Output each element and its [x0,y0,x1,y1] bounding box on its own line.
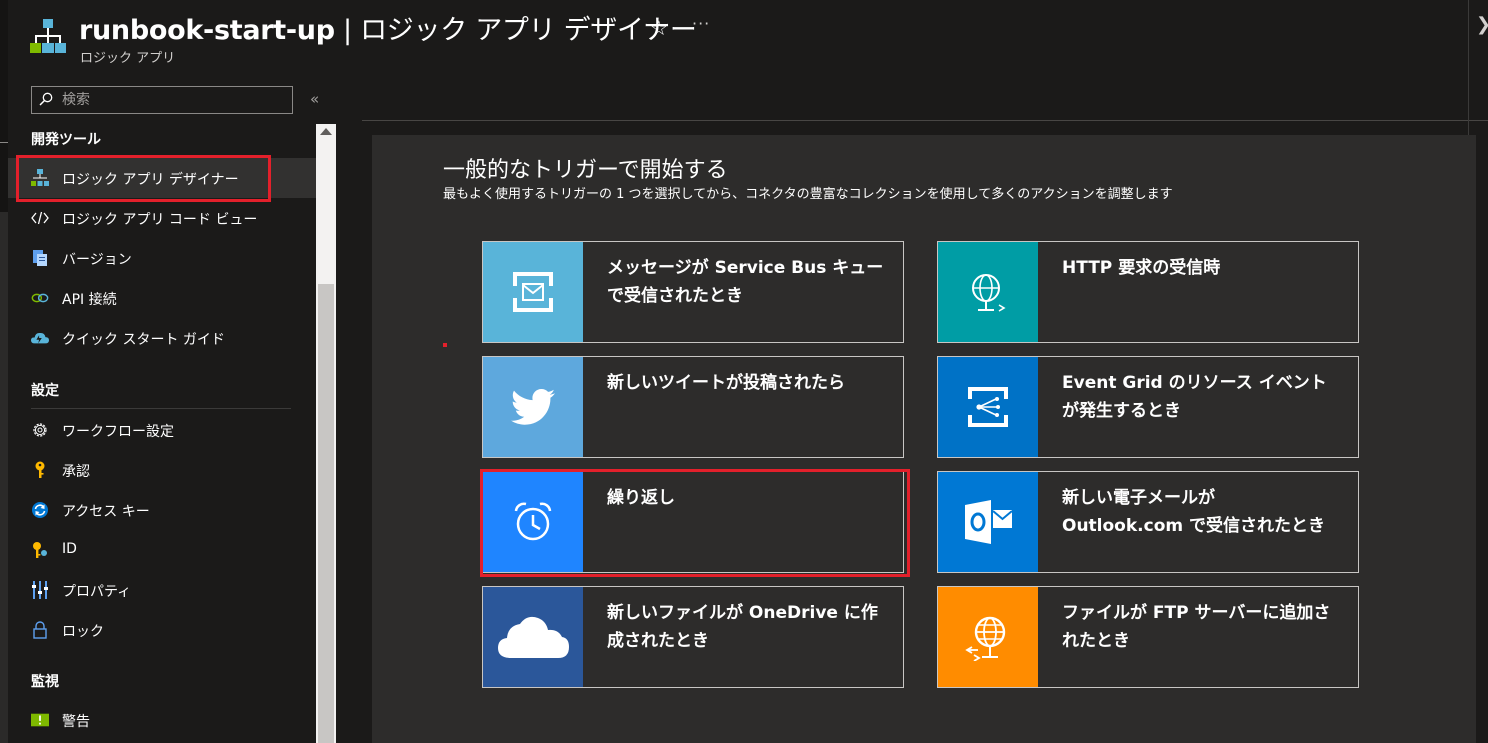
lock-icon [31,621,49,639]
sidebar-scrollbar[interactable] [316,124,336,743]
trigger-label: 新しいファイルが OneDrive に作成されたとき [607,603,878,651]
identity-icon [31,541,49,559]
key-icon [31,461,49,479]
code-view-icon [31,209,49,227]
quick-start-icon [31,329,49,347]
logic-app-icon [30,19,66,53]
more-options-icon[interactable]: ··· [692,14,710,33]
gear-icon [31,421,49,439]
event-grid-icon [938,357,1038,457]
sidebar-item-label: 承認 [62,464,90,480]
red-marker [443,343,447,347]
sidebar-item-label: ID [62,541,77,557]
search-box[interactable] [31,86,293,114]
triggers-description: 最もよく使用するトリガーの 1 つを選択してから、コネクタの豊富なコレクションを… [443,187,1173,202]
sidebar-item-quick-start[interactable]: クイック スタート ガイド [8,318,316,358]
designer-highlight-box [16,155,271,202]
api-connections-icon [31,289,49,307]
onedrive-icon [483,587,583,687]
sidebar-item-identity[interactable]: ID [8,530,316,570]
trigger-label: Event Grid のリソース イベントが発生するとき [1062,373,1327,421]
search-input[interactable] [62,90,282,110]
sidebar-item-workflow-settings[interactable]: ワークフロー設定 [8,410,316,450]
sidebar-item-api-connections[interactable]: API 接続 [8,278,316,318]
header-divider [362,120,1488,121]
sidebar-item-access-keys[interactable]: アクセス キー [8,490,316,530]
sidebar-item-versions[interactable]: バージョン [8,238,316,278]
versions-icon [31,249,49,267]
trigger-card-service-bus[interactable]: メッセージが Service Bus キューで受信されたとき [482,241,904,343]
http-request-icon [938,242,1038,342]
trigger-card-http-request[interactable]: HTTP 要求の受信時 [937,241,1359,343]
sidebar-item-label: 警告 [62,714,90,730]
trigger-card-event-grid[interactable]: Event Grid のリソース イベントが発生するとき [937,356,1359,458]
blade-name: ロジック アプリ デザイナー [360,15,697,46]
properties-icon [31,581,49,599]
trigger-label: メッセージが Service Bus キューで受信されたとき [607,258,884,306]
alerts-icon [31,711,49,729]
collapse-sidebar-icon[interactable]: « [310,90,319,108]
section-title-dev-tools: 開発ツール [31,132,101,148]
sidebar-item-properties[interactable]: プロパティ [8,570,316,610]
trigger-card-outlook[interactable]: 新しい電子メールが Outlook.com で受信されたとき [937,471,1359,573]
trigger-label: 新しい電子メールが Outlook.com で受信されたとき [1062,488,1326,536]
scrollbar-thumb[interactable] [318,284,334,743]
sidebar-item-label: クイック スタート ガイド [62,332,225,348]
resource-name: runbook-start-up [79,15,335,46]
sidebar-item-authorization[interactable]: 承認 [8,450,316,490]
sidebar: 開発ツール ロジック アプリ デザイナー ロジック アプリ コード ビュー バー… [8,124,316,743]
trigger-label: ファイルが FTP サーバーに追加されたとき [1062,603,1331,651]
page-title: runbook-start-up | ロジック アプリ デザイナー [79,8,697,47]
sidebar-item-label: プロパティ [62,584,132,600]
favorite-star-icon[interactable]: ☆ [650,16,668,40]
title-separator: | [334,15,361,46]
trigger-label: HTTP 要求の受信時 [1062,258,1221,278]
sidebar-item-label: API 接続 [62,292,117,308]
sidebar-item-label: ロジック アプリ コード ビュー [62,212,258,228]
ftp-icon [938,587,1038,687]
sidebar-item-code-view[interactable]: ロジック アプリ コード ビュー [8,198,316,238]
triggers-heading: 一般的なトリガーで開始する [443,158,728,183]
trigger-label: 新しいツイートが投稿されたら [607,373,845,393]
section-title-monitoring: 監視 [31,674,59,690]
access-keys-icon [31,501,49,519]
sidebar-item-label: ワークフロー設定 [62,424,174,440]
edge-panel [0,212,8,743]
sidebar-item-label: バージョン [62,252,132,268]
sidebar-item-locks[interactable]: ロック [8,610,316,650]
left-edge-strip [0,0,8,743]
section-title-settings: 設定 [31,383,59,399]
sidebar-item-alerts[interactable]: 警告 [8,700,316,740]
sidebar-item-label: アクセス キー [62,504,150,520]
trigger-card-ftp[interactable]: ファイルが FTP サーバーに追加されたとき [937,586,1359,688]
sidebar-item-label: ロック [62,624,104,640]
scroll-up-arrow-icon[interactable] [320,128,332,135]
resource-type: ロジック アプリ [80,51,176,66]
chevron-right-icon[interactable]: ❯ [1476,14,1488,35]
search-icon [39,92,53,106]
recurrence-highlight-box [480,469,910,577]
outlook-icon [938,472,1038,572]
edge-marker [0,142,8,143]
trigger-card-twitter[interactable]: 新しいツイートが投稿されたら [482,356,904,458]
section-divider [31,408,291,409]
service-bus-icon [483,242,583,342]
twitter-icon [483,357,583,457]
trigger-card-onedrive[interactable]: 新しいファイルが OneDrive に作成されたとき [482,586,904,688]
